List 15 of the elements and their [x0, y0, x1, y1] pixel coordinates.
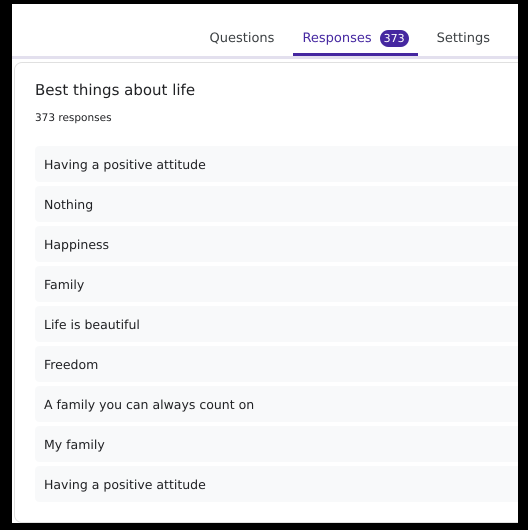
response-row: A family you can always count on — [35, 386, 518, 422]
response-row: Happiness — [35, 226, 518, 262]
response-row: My family — [35, 426, 518, 462]
response-row: Freedom — [35, 346, 518, 382]
count-badge: 373 — [380, 30, 409, 46]
response-row: Having a positive attitude — [35, 146, 518, 182]
tab[interactable]: Responses 373 — [293, 23, 418, 56]
tab[interactable]: Questions — [200, 23, 284, 56]
tab[interactable]: Settings — [428, 23, 499, 56]
response-row: Family — [35, 266, 518, 302]
response-row: Nothing — [35, 186, 518, 222]
response-count: 373 responses — [35, 112, 112, 124]
response-row: Life is beautiful — [35, 306, 518, 342]
response-row: Having a positive attitude — [35, 466, 518, 502]
question-title: Best things about life — [35, 81, 196, 99]
